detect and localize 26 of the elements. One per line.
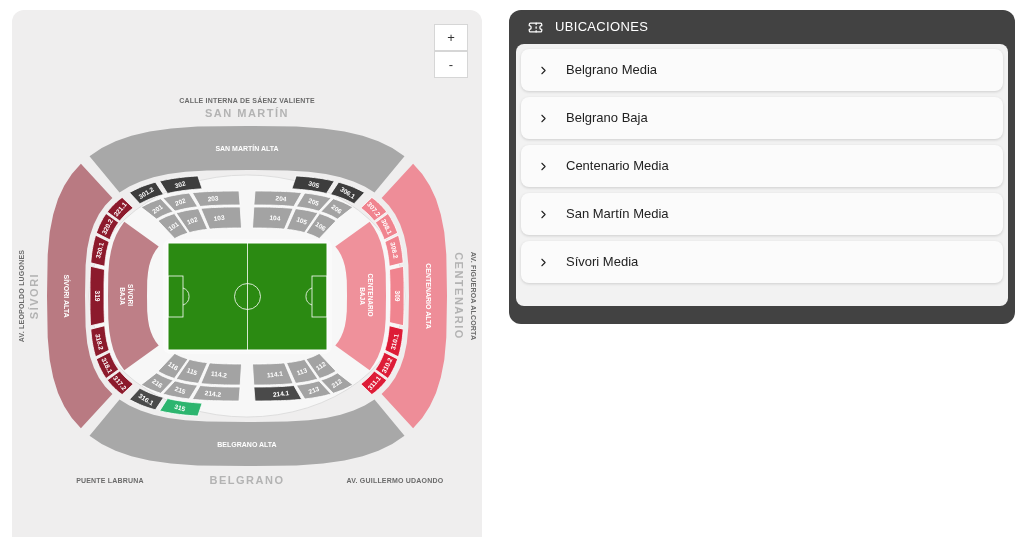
accordion-item[interactable]: Belgrano Baja xyxy=(521,97,1003,139)
stand-name: CENTENARIO xyxy=(453,252,465,340)
seat-section[interactable] xyxy=(296,380,332,400)
stand-name: SÍVORI xyxy=(28,272,40,320)
zoom-out-button[interactable]: - xyxy=(434,51,468,78)
upper-tier[interactable] xyxy=(381,163,447,429)
seat-section[interactable] xyxy=(140,372,174,394)
ticket-icon xyxy=(528,19,543,35)
stand-name: SAN MARTÍN xyxy=(204,107,290,119)
seat-section[interactable] xyxy=(384,325,404,358)
seat-section[interactable] xyxy=(320,198,354,220)
seat-section[interactable] xyxy=(90,325,110,358)
seat-section[interactable] xyxy=(291,175,335,194)
seat-section[interactable] xyxy=(90,234,110,267)
upper-tier[interactable] xyxy=(47,163,113,429)
zoom-in-button[interactable]: + xyxy=(434,24,468,51)
seat-section[interactable] xyxy=(89,265,105,327)
accordion-item[interactable]: Centenario Media xyxy=(521,145,1003,187)
seat-section[interactable] xyxy=(159,175,203,194)
stand-name: BELGRANO xyxy=(209,474,285,486)
accordion-item[interactable]: Belgrano Media xyxy=(521,49,1003,91)
seat-section[interactable] xyxy=(140,198,174,220)
panel-title: UBICACIONES xyxy=(555,18,649,37)
seat-section[interactable] xyxy=(253,385,303,402)
accordion-item[interactable]: Sívori Media xyxy=(521,241,1003,283)
accordion-item[interactable]: San Martín Media xyxy=(521,193,1003,235)
